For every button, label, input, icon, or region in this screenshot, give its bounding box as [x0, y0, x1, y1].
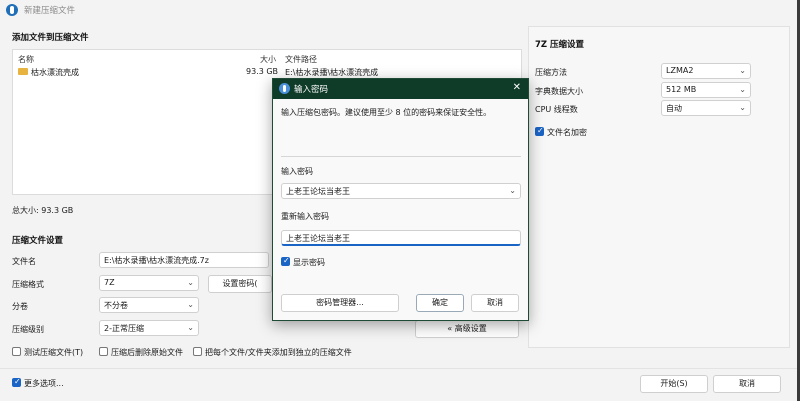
split-label: 分卷 — [12, 302, 28, 311]
enter-password-value: 上老王论坛当老王 — [286, 187, 350, 196]
filename-label: 文件名 — [12, 257, 36, 266]
separate-archives-checkbox[interactable] — [193, 347, 202, 356]
chevron-down-icon: ⌄ — [187, 323, 194, 332]
sevenz-settings-title: 7Z 压缩设置 — [535, 40, 585, 50]
format-label: 压缩格式 — [12, 280, 44, 289]
chevron-down-icon: ⌄ — [739, 103, 746, 112]
level-select[interactable]: 2-正常压缩 ⌄ — [99, 320, 199, 336]
split-value: 不分卷 — [104, 301, 128, 310]
format-select[interactable]: 7Z ⌄ — [99, 275, 199, 291]
chevron-down-icon: ⌄ — [739, 85, 746, 94]
reenter-password-label: 重新输入密码 — [281, 212, 329, 221]
col-path-header[interactable]: 文件路径 — [285, 54, 317, 65]
chevron-down-icon: ⌄ — [187, 300, 194, 309]
filename-field[interactable]: E:\枯水录播\枯水漂流壳成.7z — [99, 252, 269, 268]
level-label: 压缩级别 — [12, 325, 44, 334]
close-icon[interactable]: ✕ — [513, 82, 521, 93]
app-icon — [279, 83, 290, 94]
test-archive-checkbox[interactable] — [12, 347, 21, 356]
divider — [281, 156, 521, 157]
delete-original-checkbox[interactable] — [99, 347, 108, 356]
split-select[interactable]: 不分卷 ⌄ — [99, 297, 199, 313]
reenter-password-field[interactable]: 上老王论坛当老王 — [281, 230, 521, 246]
password-hint: 输入压缩包密码。建议使用至少 8 位的密码来保证安全性。 — [281, 108, 492, 117]
cpu-threads-value: 自动 — [666, 104, 682, 113]
more-options-label[interactable]: 更多选项... — [24, 378, 64, 389]
bottom-bar: 更多选项... 开始(S) 取消 — [0, 368, 797, 401]
file-name: 枯水漂流壳成 — [31, 68, 79, 77]
dialog-title-bar: 输入密码 ✕ — [273, 79, 528, 99]
dict-size-label: 字典数据大小 — [535, 87, 583, 96]
cpu-threads-label: CPU 线程数 — [535, 105, 578, 114]
compress-settings-title: 压缩文件设置 — [12, 236, 64, 246]
ok-button[interactable]: 确定 — [416, 294, 464, 312]
add-files-title: 添加文件到压缩文件 — [12, 33, 89, 43]
file-size: 93.3 GB — [246, 67, 279, 76]
separate-archives-label: 把每个文件/文件夹添加到独立的压缩文件 — [205, 348, 352, 357]
method-value: LZMA2 — [666, 66, 694, 75]
col-size-header[interactable]: 大小 — [260, 54, 276, 65]
encrypt-filenames-checkbox[interactable] — [535, 126, 544, 136]
dict-size-value: 512 MB — [666, 85, 697, 94]
format-value: 7Z — [104, 278, 115, 287]
enter-password-field[interactable]: 上老王论坛当老王 ⌄ — [281, 183, 521, 199]
more-options-checkbox[interactable] — [12, 377, 21, 387]
folder-icon — [18, 68, 28, 75]
chevron-down-icon: ⌄ — [739, 66, 746, 75]
total-size: 总大小: 93.3 GB — [12, 206, 74, 215]
file-path: E:\枯水录播\枯水漂流壳成 — [285, 68, 379, 77]
test-archive-label: 测试压缩文件(T) — [24, 348, 84, 357]
password-manager-button[interactable]: 密码管理器... — [281, 294, 399, 312]
dialog-title: 输入密码 — [294, 85, 329, 95]
cpu-threads-select[interactable]: 自动 ⌄ — [661, 100, 751, 116]
advanced-settings-button[interactable]: « 高级设置 — [415, 320, 519, 338]
show-password-label: 显示密码 — [293, 258, 325, 267]
window-title: 新建压缩文件 — [24, 6, 76, 16]
encrypt-filenames-label: 文件名加密 — [547, 128, 587, 137]
title-bar: 新建压缩文件 — [0, 0, 797, 20]
enter-password-label: 输入密码 — [281, 167, 313, 176]
col-name-header[interactable]: 名称 — [18, 54, 34, 65]
delete-original-label: 压缩后删除原始文件 — [111, 348, 183, 357]
password-dialog: 输入密码 ✕ 输入压缩包密码。建议使用至少 8 位的密码来保证安全性。 输入密码… — [272, 78, 529, 321]
sevenz-settings-pane: 7Z 压缩设置 压缩方法 LZMA2 ⌄ 字典数据大小 512 MB ⌄ CPU… — [528, 26, 790, 348]
show-password-checkbox[interactable] — [281, 256, 290, 266]
cancel-button[interactable]: 取消 — [713, 375, 781, 393]
method-select[interactable]: LZMA2 ⌄ — [661, 63, 751, 79]
table-row[interactable]: 枯水漂流壳成 93.3 GB E:\枯水录播\枯水漂流壳成 — [13, 66, 521, 78]
app-icon — [6, 4, 18, 16]
dialog-cancel-button[interactable]: 取消 — [471, 294, 519, 312]
level-value: 2-正常压缩 — [104, 324, 144, 333]
set-password-button[interactable]: 设置密码( — [208, 275, 272, 293]
start-button[interactable]: 开始(S) — [640, 375, 708, 393]
dict-size-select[interactable]: 512 MB ⌄ — [661, 82, 751, 98]
chevron-down-icon[interactable]: ⌄ — [509, 186, 516, 195]
chevron-down-icon: ⌄ — [187, 278, 194, 287]
method-label: 压缩方法 — [535, 68, 567, 77]
